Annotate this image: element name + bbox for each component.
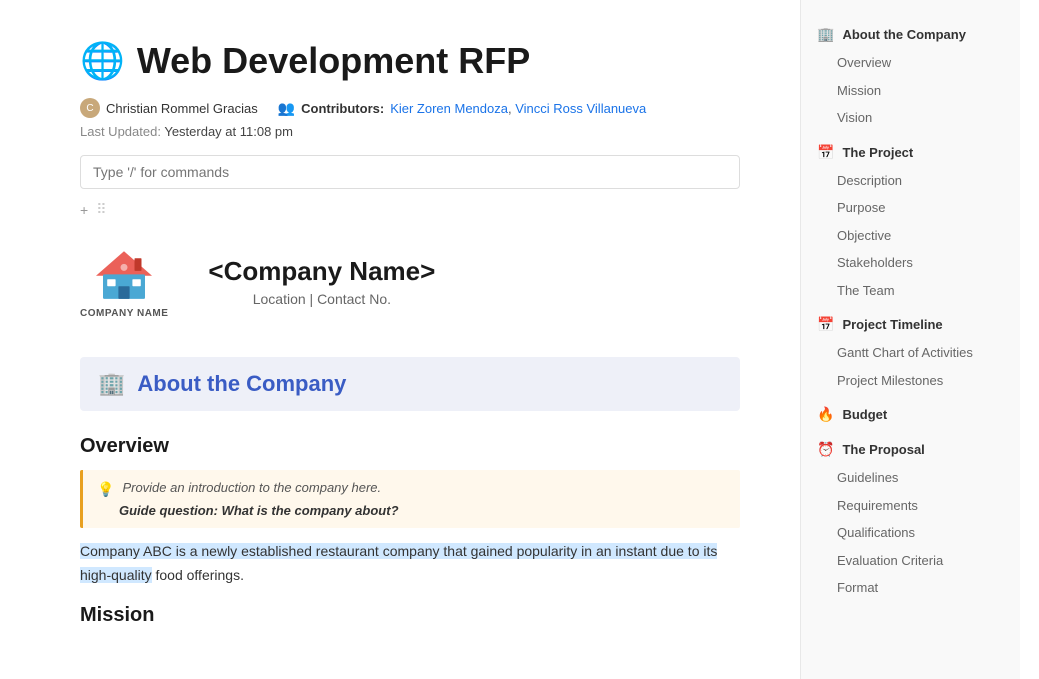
sidebar-section-the-project: 📅 The Project Description Purpose Object…: [801, 138, 1020, 305]
callout-icon: 💡: [97, 481, 114, 498]
mission-heading: Mission: [80, 604, 740, 627]
sidebar-heading-project-timeline[interactable]: 📅 Project Timeline: [801, 310, 1020, 339]
last-updated-label: Last Updated:: [80, 124, 161, 139]
last-updated-value: Yesterday at 11:08 pm: [164, 124, 293, 139]
sidebar-item-format[interactable]: Format: [801, 574, 1020, 602]
overview-body: Company ABC is a newly established resta…: [80, 540, 740, 588]
avatar: C: [80, 98, 100, 118]
sidebar-item-description[interactable]: Description: [801, 167, 1020, 195]
sidebar-section-the-proposal: ⏰ The Proposal Guidelines Requirements Q…: [801, 435, 1020, 602]
sidebar-proposal-label: The Proposal: [842, 442, 924, 457]
page-title: Web Development RFP: [137, 40, 530, 82]
contributors-info: 👥 Contributors: Kier Zoren Mendoza, Vinc…: [278, 100, 647, 117]
sidebar-item-purpose[interactable]: Purpose: [801, 194, 1020, 222]
sidebar-about-icon: 🏢: [817, 26, 834, 43]
overview-heading: Overview: [80, 435, 740, 458]
callout-box: 💡 Provide an introduction to the company…: [80, 470, 740, 528]
company-logo-svg: [89, 244, 159, 304]
sidebar-timeline-icon: 📅: [817, 316, 834, 333]
sidebar-heading-about-company[interactable]: 🏢 About the Company: [801, 20, 1020, 49]
sidebar-budget-icon: 🔥: [817, 406, 834, 423]
title-icon: 🌐: [80, 43, 125, 79]
sidebar-budget-label: Budget: [842, 407, 887, 422]
sidebar-item-overview[interactable]: Overview: [801, 49, 1020, 77]
sidebar-item-project-milestones[interactable]: Project Milestones: [801, 367, 1020, 395]
sidebar-heading-budget[interactable]: 🔥 Budget: [801, 400, 1020, 429]
last-updated: Last Updated: Yesterday at 11:08 pm: [80, 124, 740, 139]
sidebar-heading-the-proposal[interactable]: ⏰ The Proposal: [801, 435, 1020, 464]
sidebar-item-gantt-chart[interactable]: Gantt Chart of Activities: [801, 339, 1020, 367]
sidebar-item-stakeholders[interactable]: Stakeholders: [801, 249, 1020, 277]
sidebar-section-project-timeline: 📅 Project Timeline Gantt Chart of Activi…: [801, 310, 1020, 394]
about-company-icon: 🏢: [98, 371, 125, 397]
sidebar-proposal-icon: ⏰: [817, 441, 834, 458]
add-row: + ⠿: [80, 201, 740, 218]
author-name: Christian Rommel Gracias: [106, 101, 258, 116]
company-name: <Company Name>: [208, 256, 435, 287]
sidebar-item-evaluation-criteria[interactable]: Evaluation Criteria: [801, 547, 1020, 575]
sidebar-heading-the-project[interactable]: 📅 The Project: [801, 138, 1020, 167]
contributors-icon: 👥: [278, 100, 295, 117]
sidebar-item-qualifications[interactable]: Qualifications: [801, 519, 1020, 547]
sidebar-timeline-label: Project Timeline: [842, 317, 942, 332]
about-company-title: About the Company: [137, 371, 346, 397]
contributor-link-2[interactable]: Vincci Ross Villanueva: [515, 101, 646, 116]
sidebar-item-objective[interactable]: Objective: [801, 222, 1020, 250]
main-content: 🌐 Web Development RFP C Christian Rommel…: [0, 0, 800, 679]
sidebar-item-guidelines[interactable]: Guidelines: [801, 464, 1020, 492]
sidebar-item-the-team[interactable]: The Team: [801, 277, 1020, 305]
sidebar-section-about-company: 🏢 About the Company Overview Mission Vis…: [801, 20, 1020, 132]
callout-text: Provide an introduction to the company h…: [122, 480, 381, 495]
company-info-block: <Company Name> Location | Contact No.: [208, 256, 435, 307]
author-info: C Christian Rommel Gracias: [80, 98, 258, 118]
contributor-1: Kier Zoren Mendoza, Vincci Ross Villanue…: [390, 101, 646, 116]
drag-handle[interactable]: ⠿: [96, 201, 106, 218]
company-header: COMPANY NAME <Company Name> Location | C…: [80, 234, 740, 329]
body-text-plain: food offerings.: [156, 567, 244, 583]
meta-row: C Christian Rommel Gracias 👥 Contributor…: [80, 98, 740, 118]
contributors-label: Contributors:: [301, 101, 384, 116]
company-logo-block: COMPANY NAME: [80, 244, 168, 319]
title-row: 🌐 Web Development RFP: [80, 40, 740, 82]
about-company-banner: 🏢 About the Company: [80, 357, 740, 411]
contributor-link-1[interactable]: Kier Zoren Mendoza: [390, 101, 508, 116]
add-plus-button[interactable]: +: [80, 202, 88, 218]
sidebar-item-vision[interactable]: Vision: [801, 104, 1020, 132]
callout-line-1: 💡 Provide an introduction to the company…: [97, 480, 726, 498]
sidebar-item-requirements[interactable]: Requirements: [801, 492, 1020, 520]
sidebar-about-label: About the Company: [842, 27, 966, 42]
sidebar-project-icon: 📅: [817, 144, 834, 161]
command-input[interactable]: [80, 155, 740, 189]
callout-bold-text: Guide question: What is the company abou…: [119, 503, 399, 518]
company-logo-label: COMPANY NAME: [80, 308, 168, 319]
sidebar-section-budget: 🔥 Budget: [801, 400, 1020, 429]
company-location: Location | Contact No.: [208, 291, 435, 307]
callout-bold-row: Guide question: What is the company abou…: [97, 502, 726, 518]
sidebar: 🏢 About the Company Overview Mission Vis…: [800, 0, 1020, 679]
sidebar-item-mission[interactable]: Mission: [801, 77, 1020, 105]
sidebar-project-label: The Project: [842, 145, 913, 160]
